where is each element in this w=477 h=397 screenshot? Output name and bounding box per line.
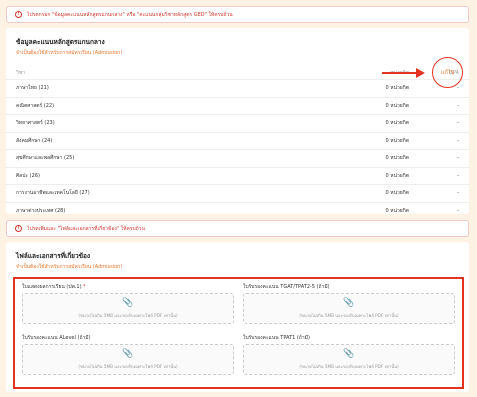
table-row: ภาษาไทย (21) 0 หน่วยกิต - <box>6 80 469 98</box>
table-row: สังคมศึกษา (24) 0 หน่วยกิต - <box>6 133 469 150</box>
core-scores-title: ข้อมูลคะแนนหลักสูตรแกนกลาง <box>16 38 105 46</box>
table-row: สุขศึกษาและพลศึกษา (25) 0 หน่วยกิต - <box>6 150 469 168</box>
alert-circle-icon: ! <box>15 225 22 232</box>
subject-name: วิทยาศาสตร์ (23) <box>16 120 55 127</box>
core-scores-alert-text: ไปรดกรอก "ข้อมูลคะแนนหลักสูตรแกนกลาง" หร… <box>27 11 233 18</box>
gpa-value: - <box>457 172 459 179</box>
upload-label-text: ใบรับรองคะแนน TPAT1 (ถ้ามี) <box>243 335 310 341</box>
table-row: วิทยาศาสตร์ (23) 0 หน่วยกิต - <box>6 115 469 133</box>
paperclip-icon: 📎 <box>122 297 134 308</box>
tgat-dropzone[interactable]: 📎 (ขนาดไม่เกิน 5MB และรองรับเฉพาะไฟล์ PD… <box>243 293 455 324</box>
subject-name: ภาษาไทย (21) <box>16 85 49 92</box>
transcript-upload-label: ใบแสดงผลการเรียน (ปพ.1) * <box>22 283 86 291</box>
edit-core-scores-link[interactable]: แก้ไข <box>441 69 454 77</box>
credit-value: 0 หน่วยกิต <box>385 85 410 92</box>
gpa-value: - <box>457 208 459 215</box>
upload-label-text: ใบแสดงผลการเรียน (ปพ.1) <box>22 284 82 290</box>
credit-value: 0 หน่วยกิต <box>385 190 410 197</box>
alevel-upload-label: ใบรับรองคะแนน ALevel (ถ้ามี) <box>22 334 91 342</box>
paperclip-icon: 📎 <box>343 348 355 359</box>
table-row: คณิตศาสตร์ (22) 0 หน่วยกิต - <box>6 98 469 115</box>
upload-label-text: ใบรับรองคะแนน ALevel (ถ้ามี) <box>22 335 91 341</box>
annotation-arrow-head <box>416 68 425 78</box>
table-row: ศิลปะ (26) 0 หน่วยกิต - <box>6 168 469 185</box>
gpa-value: - <box>457 155 459 162</box>
gpa-value: - <box>457 190 459 197</box>
credit-value: 0 หน่วยกิต <box>385 102 410 109</box>
paperclip-icon: 📎 <box>343 297 355 308</box>
subject-name: ภาษาต่างประเทศ (28) <box>16 208 66 215</box>
subject-name: สังคมศึกษา (24) <box>16 137 53 144</box>
documents-alert-text: ไปรดเพิ่มและ "ไฟล์และเอกสารที่เกี่ยวข้อง… <box>27 225 145 232</box>
subject-name: สุขศึกษาและพลศึกษา (25) <box>16 155 75 162</box>
upload-label-text: ใบรับรองคะแนน TGAT/TPAT2-5 (ถ้ามี) <box>243 284 330 290</box>
table-row: การงานอาชีพและเทคโนโลยี (27) 0 หน่วยกิต - <box>6 185 469 203</box>
tpat1-dropzone[interactable]: 📎 (ขนาดไม่เกิน 5MB และรองรับเฉพาะไฟล์ PD… <box>243 344 455 375</box>
alert-circle-icon: ! <box>15 11 22 18</box>
tgat-upload-label: ใบรับรองคะแนน TGAT/TPAT2-5 (ถ้ามี) <box>243 283 330 291</box>
credit-value: 0 หน่วยกิต <box>385 137 410 144</box>
core-scores-subtitle: จำเป็นต้องใช้สำหรับการสมัครเรียน (Admiss… <box>16 50 123 56</box>
gpa-value: - <box>457 120 459 127</box>
credit-value: 0 หน่วยกิต <box>385 172 410 179</box>
documents-title: ไฟล์และเอกสารที่เกี่ยวข้อง <box>16 252 91 260</box>
transcript-dropzone[interactable]: 📎 (ขนาดไม่เกิน 5MB และรองรับเฉพาะไฟล์ PD… <box>22 293 234 324</box>
subject-name: ศิลปะ (26) <box>16 172 40 179</box>
subject-name: คณิตศาสตร์ (22) <box>16 102 55 109</box>
upload-hint: (ขนาดไม่เกิน 5MB และรองรับเฉพาะไฟล์ PDF … <box>78 312 178 318</box>
documents-subtitle: จำเป็นต้องใช้สำหรับการสมัครเรียน (Admiss… <box>16 264 123 270</box>
core-scores-alert: ! ไปรดกรอก "ข้อมูลคะแนนหลักสูตรแกนกลาง" … <box>6 6 469 23</box>
paperclip-icon: 📎 <box>122 348 134 359</box>
upload-hint: (ขนาดไม่เกิน 5MB และรองรับเฉพาะไฟล์ PDF … <box>299 363 399 369</box>
credit-value: 0 หน่วยกิต <box>385 120 410 127</box>
credit-value: 0 หน่วยกิต <box>385 155 410 162</box>
gpa-value: - <box>457 137 459 144</box>
table-row: ภาษาต่างประเทศ (28) 0 หน่วยกิต - <box>6 203 469 221</box>
subject-name: การงานอาชีพและเทคโนโลยี (27) <box>16 190 90 197</box>
gpa-value: - <box>457 102 459 109</box>
required-mark: * <box>83 284 86 290</box>
credit-value: 0 หน่วยกิต <box>385 208 410 215</box>
alevel-dropzone[interactable]: 📎 (ขนาดไม่เกิน 5MB และรองรับเฉพาะไฟล์ PD… <box>22 344 234 375</box>
annotation-arrow <box>382 72 417 74</box>
documents-alert: ! ไปรดเพิ่มและ "ไฟล์และเอกสารที่เกี่ยวข้… <box>6 220 469 237</box>
upload-hint: (ขนาดไม่เกิน 5MB และรองรับเฉพาะไฟล์ PDF … <box>299 312 399 318</box>
core-scores-card: ข้อมูลคะแนนหลักสูตรแกนกลาง จำเป็นต้องใช้… <box>6 28 469 214</box>
subject-header: วิชา <box>16 69 26 76</box>
upload-hint: (ขนาดไม่เกิน 5MB และรองรับเฉพาะไฟล์ PDF … <box>78 363 178 369</box>
tpat1-upload-label: ใบรับรองคะแนน TPAT1 (ถ้ามี) <box>243 334 310 342</box>
